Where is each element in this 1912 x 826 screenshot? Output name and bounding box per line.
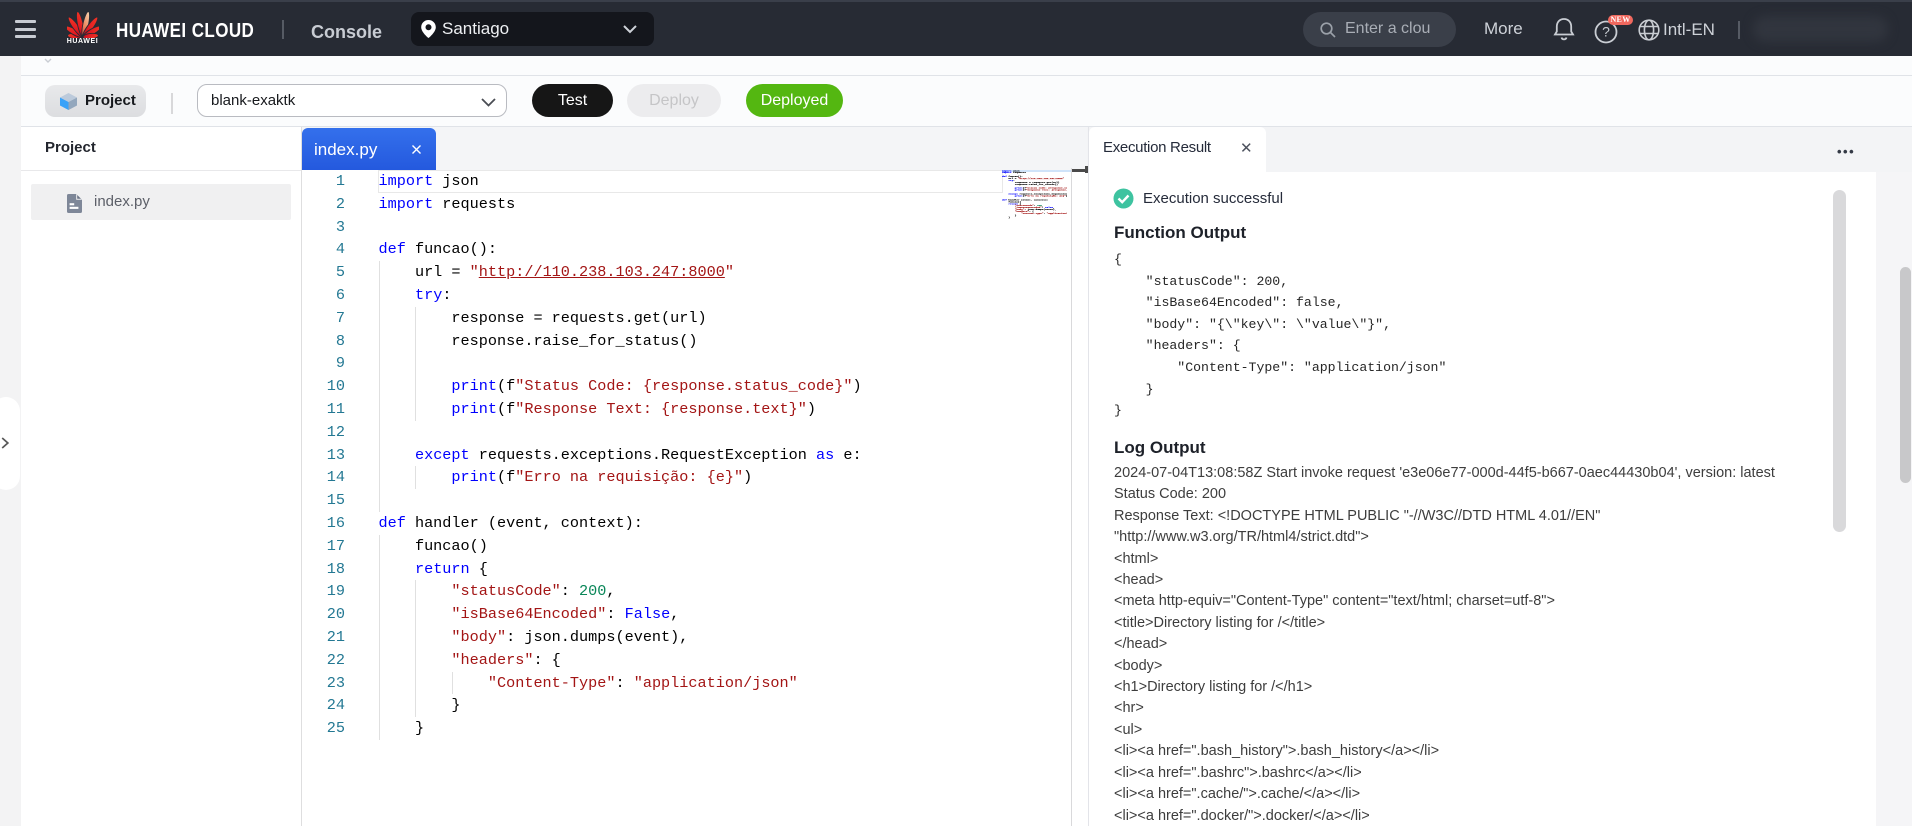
svg-text:?: ?	[1602, 24, 1610, 40]
